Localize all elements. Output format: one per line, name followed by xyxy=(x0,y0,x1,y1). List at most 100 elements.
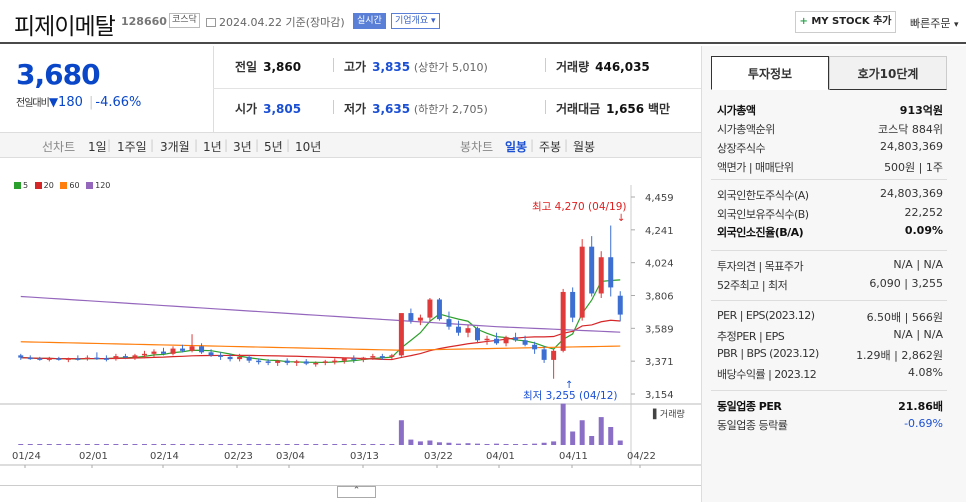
volume-bar xyxy=(84,444,90,445)
add-mystock-button[interactable]: + MY STOCK 추가 xyxy=(795,11,896,33)
volume-bar xyxy=(199,444,205,445)
calendar-icon xyxy=(206,18,216,27)
divider xyxy=(545,100,546,114)
candle-body xyxy=(94,357,100,360)
period-monthly[interactable]: 월봉 xyxy=(573,138,595,155)
candle-body xyxy=(113,356,119,360)
add-mystock-label: MY STOCK 추가 xyxy=(811,16,892,27)
change-amount: 180 xyxy=(58,95,83,110)
info-value: 0.09% xyxy=(904,224,943,237)
divider: | xyxy=(107,138,112,152)
divider: | xyxy=(530,138,535,152)
trade-amount-label: 거래대금 xyxy=(556,102,601,116)
volume-bar xyxy=(617,440,623,445)
candle-body xyxy=(436,299,442,320)
info-value: 22,252 xyxy=(904,205,944,219)
volume-bar xyxy=(46,444,52,445)
info-divider xyxy=(711,250,947,251)
volume-bar xyxy=(141,444,147,445)
info-value: 6,090 | 3,255 xyxy=(869,276,943,290)
period-5y[interactable]: 5년 xyxy=(264,138,283,155)
period-3y[interactable]: 3년 xyxy=(233,138,252,155)
volume-bar xyxy=(551,441,557,445)
volume-bar xyxy=(75,444,81,445)
info-row: 동일업종 등락률 -0.69% xyxy=(717,417,943,435)
collapse-button[interactable]: ⌃ xyxy=(337,486,376,498)
candle-chart-label[interactable]: 봉차트 xyxy=(460,138,493,155)
candle-body xyxy=(132,355,138,358)
divider: | xyxy=(224,138,229,152)
period-10y[interactable]: 10년 xyxy=(295,138,321,155)
realtime-button[interactable]: 실시간 xyxy=(353,13,386,29)
prev-close: 전일 3,860 xyxy=(235,58,301,78)
candle-body xyxy=(265,361,271,363)
x-tick-label: 03/13 xyxy=(350,451,379,462)
candle-body xyxy=(446,319,452,327)
volume-bar xyxy=(208,444,214,445)
period-3m[interactable]: 3개월 xyxy=(160,138,190,155)
candle-body xyxy=(37,358,43,360)
info-value: 코스닥 884위 xyxy=(878,123,943,136)
line-chart-label[interactable]: 선차트 xyxy=(42,138,75,155)
x-tick-label: 04/11 xyxy=(559,451,588,462)
volume-bar xyxy=(360,444,366,445)
volume-bar xyxy=(417,441,423,445)
period-weekly[interactable]: 주봉 xyxy=(539,138,561,155)
volume-bar xyxy=(170,444,176,445)
period-1d[interactable]: 1일 xyxy=(88,138,107,155)
info-value: 21.86배 xyxy=(898,400,943,413)
period-daily[interactable]: 일봉 xyxy=(505,138,527,155)
candle-body xyxy=(417,317,423,321)
company-info-label: 기업개요 xyxy=(395,16,429,26)
candle-body xyxy=(65,358,71,360)
volume-bar xyxy=(503,444,509,445)
volume-bar xyxy=(522,444,528,445)
candle-body xyxy=(332,360,338,363)
price-chart[interactable]: 4,459 4,241 4,024 3,806 3,589 3,371 3,154 최고 4,… xyxy=(0,175,701,485)
volume-bar xyxy=(18,444,24,445)
candle-body xyxy=(341,358,347,361)
info-value: 6.50배 | 566원 xyxy=(866,311,943,324)
info-row: 시가총액 913억원 xyxy=(717,102,943,120)
volume-bar xyxy=(465,443,471,445)
volume-bar xyxy=(332,444,338,445)
volume-bar xyxy=(341,444,347,445)
upper-limit: (상한가 5,010) xyxy=(413,61,488,74)
volume-bar xyxy=(275,444,281,445)
candle-body xyxy=(151,351,157,354)
info-key: 액면가 | 매매단위 xyxy=(717,161,794,174)
candle-body xyxy=(532,344,538,350)
volume-bar xyxy=(218,444,224,445)
company-info-dropdown[interactable]: 기업개요 ▾ xyxy=(391,13,440,29)
volume-bar xyxy=(427,440,433,445)
candle-body xyxy=(513,337,519,341)
x-tick-label: 03/22 xyxy=(424,451,453,462)
period-1y[interactable]: 1년 xyxy=(203,138,222,155)
volume-value: 446,035 xyxy=(595,60,650,74)
info-key: 상장주식수 xyxy=(717,142,766,155)
stock-page: { "header": { "name": "피제이메탈", "code": "… xyxy=(0,0,966,502)
candle-body xyxy=(589,246,595,294)
volume-bar xyxy=(246,444,252,445)
candle-body xyxy=(608,257,614,288)
candle-body xyxy=(360,357,366,360)
trade-amount-unit: 백만 xyxy=(647,102,671,116)
info-value: 500원 | 1주 xyxy=(884,161,943,174)
plus-icon: + xyxy=(799,16,808,27)
info-key: 시가총액순위 xyxy=(717,123,775,136)
tab-invest-info[interactable]: 투자정보 xyxy=(711,56,829,90)
volume-bar xyxy=(494,443,500,445)
tab-hoga10[interactable]: 호가10단계 xyxy=(829,56,947,90)
volume-bar xyxy=(370,444,376,445)
candle-body xyxy=(560,291,566,351)
info-value: 1.29배 | 2,862원 xyxy=(856,349,943,362)
volume-bar xyxy=(122,444,128,445)
info-row: 액면가 | 매매단위 500원 | 1주 xyxy=(717,159,943,177)
trade-amount-value: 1,656 xyxy=(606,102,645,116)
candle-body xyxy=(170,348,176,354)
x-tick-label: 02/01 xyxy=(79,451,108,462)
info-row: 상장주식수 24,803,369 xyxy=(717,140,943,158)
quick-order-dropdown[interactable]: 빠른주문 ▾ xyxy=(910,15,959,31)
period-1w[interactable]: 1주일 xyxy=(117,138,147,155)
volume-bar xyxy=(513,444,519,445)
